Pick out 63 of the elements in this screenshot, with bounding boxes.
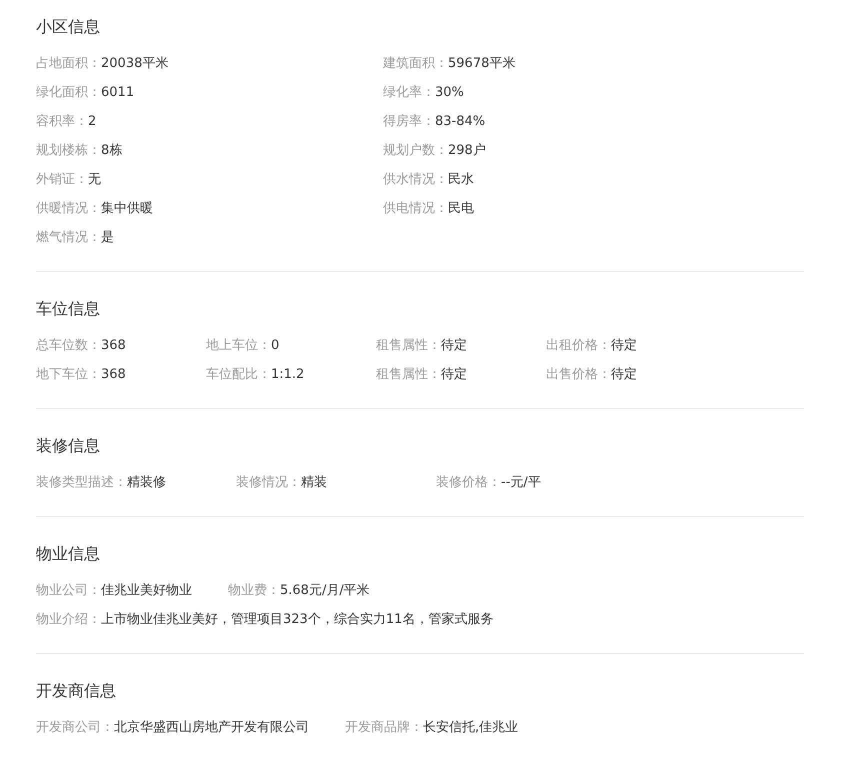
field-value: 6011	[101, 85, 134, 100]
field-value: 北京华盛西山房地产开发有限公司	[114, 720, 309, 735]
field-value: --元/平	[501, 475, 541, 490]
field-value: 368	[101, 338, 126, 353]
field-label: 绿化面积：	[36, 85, 101, 100]
field-label: 供电情况：	[383, 201, 448, 216]
field-value: 待定	[441, 338, 467, 353]
field-value: 民水	[448, 172, 474, 187]
field-value: 298户	[448, 143, 486, 158]
field-value: 5.68元/月/平米	[280, 583, 370, 598]
field-label: 物业费：	[228, 583, 280, 598]
field-value: 精装修	[127, 475, 166, 490]
field-value: 30%	[435, 85, 464, 100]
field-label: 物业公司：	[36, 583, 101, 598]
field-label: 总车位数：	[36, 338, 101, 353]
field-label: 占地面积：	[36, 56, 101, 71]
field-label: 建筑面积：	[383, 56, 448, 71]
field-value: 20038平米	[101, 56, 168, 71]
section-title: 开发商信息	[36, 680, 117, 702]
field-value: 待定	[611, 338, 637, 353]
field-label: 地下车位：	[36, 367, 101, 382]
field-label: 容积率：	[36, 114, 88, 129]
field-label: 规划户数：	[383, 143, 448, 158]
field-label: 装修类型描述：	[36, 475, 127, 490]
field-label: 燃气情况：	[36, 230, 101, 245]
field-label: 车位配比：	[206, 367, 271, 382]
field-value: 民电	[448, 201, 474, 216]
field-label: 得房率：	[383, 114, 435, 129]
field-value: 368	[101, 367, 126, 382]
field-value: 0	[271, 338, 280, 353]
field-label: 租售属性：	[376, 338, 441, 353]
field-label: 出售价格：	[546, 367, 611, 382]
field-value: 1:1.2	[271, 367, 304, 382]
field-value: 精装	[301, 475, 327, 490]
field-value: 83-84%	[435, 114, 486, 129]
section-title: 车位信息	[36, 298, 101, 320]
field-label: 外销证：	[36, 172, 88, 187]
field-label: 物业介绍：	[36, 612, 101, 627]
field-label: 供暖情况：	[36, 201, 101, 216]
field-value: 8栋	[101, 143, 122, 158]
section-title: 装修信息	[36, 435, 101, 457]
field-label: 装修情况：	[236, 475, 301, 490]
field-value: 无	[88, 172, 101, 187]
field-label: 规划楼栋：	[36, 143, 101, 158]
field-value: 集中供暖	[101, 201, 153, 216]
field-value: 2	[88, 114, 96, 129]
field-value: 上市物业佳兆业美好，管理项目323个，综合实力11名，管家式服务	[101, 612, 494, 627]
field-label: 地上车位：	[206, 338, 271, 353]
field-value: 是	[101, 230, 114, 245]
field-label: 开发商品牌：	[345, 720, 423, 735]
field-value: 佳兆业美好物业	[101, 583, 192, 598]
field-value: 59678平米	[448, 56, 516, 71]
field-value: 待定	[611, 367, 637, 382]
field-label: 装修价格：	[436, 475, 501, 490]
field-label: 供水情况：	[383, 172, 448, 187]
section-title: 小区信息	[36, 16, 101, 38]
field-label: 绿化率：	[383, 85, 435, 100]
field-label: 开发商公司：	[36, 720, 114, 735]
field-label: 出租价格：	[546, 338, 611, 353]
field-value: 长安信托,佳兆业	[423, 720, 518, 735]
section-title: 物业信息	[36, 543, 101, 565]
field-label: 租售属性：	[376, 367, 441, 382]
field-value: 待定	[441, 367, 467, 382]
